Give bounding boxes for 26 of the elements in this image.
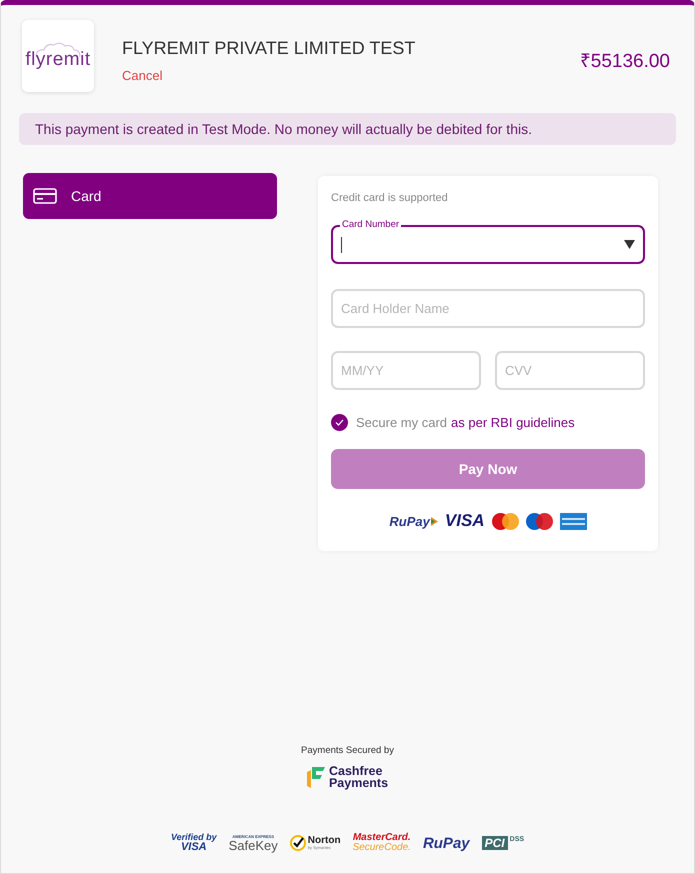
rbi-guidelines-link[interactable]: as per RBI guidelines [451,415,575,430]
card-icon [33,188,57,204]
mastercard-logo [492,512,519,530]
merchant-name: FLYREMIT PRIVATE LIMITED TEST [122,38,416,59]
merchant-logo: flyremit [22,20,94,92]
save-card-checkbox[interactable] [331,414,348,431]
rupay-logo: RuPay [389,514,438,528]
verified-by-visa-logo: Verified by VISA [170,833,217,853]
payment-method-tab[interactable]: Card [23,173,277,219]
save-card-label: Secure my card [356,415,448,430]
card-holder-field[interactable]: Card Holder Name [331,289,645,328]
cancel-link[interactable]: Cancel [122,68,162,83]
cvv-field[interactable]: CVV [495,351,645,390]
check-icon [335,419,344,426]
dropdown-caret-icon[interactable] [624,240,635,249]
expiry-field[interactable]: MM/YY [331,351,481,390]
secured-by-label: Payments Secured by [301,745,394,756]
supported-note: Credit card is supported [331,192,449,204]
securecode-logo: MasterCard. SecureCode. [352,833,411,853]
maestro-logo [526,512,553,530]
cashfree-logo: Cashfree Payments [306,765,388,789]
amount: ₹55136.00 [580,50,670,73]
test-mode-banner: This payment is created in Test Mode. No money will actually be debited for this. [19,113,676,145]
amex-logo [560,512,587,530]
visa-logo: VISA [444,511,485,531]
rupay-logo: RuPay [422,836,470,850]
